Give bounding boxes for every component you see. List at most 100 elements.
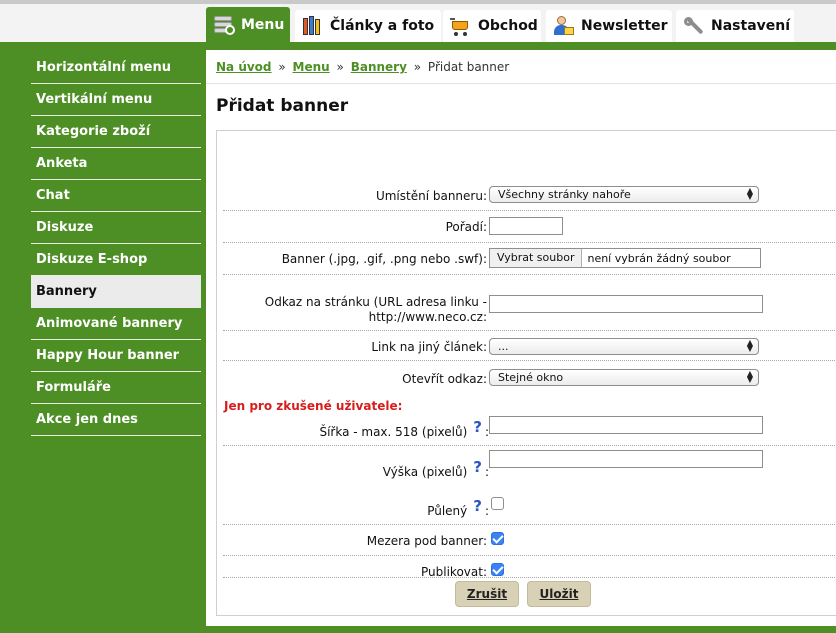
tab-articles-label: Články a foto (330, 18, 435, 34)
publish-checkbox[interactable] (491, 563, 504, 576)
page-title: Přidat banner (216, 96, 349, 116)
link-article-select-value: ... (498, 340, 509, 353)
link-article-select[interactable]: ... ▲ ▼ (489, 338, 759, 355)
tools-icon (683, 15, 705, 37)
order-row: Pořadí: (223, 211, 836, 243)
link-article-row: Link na jiný článek: ... ▲ ▼ (223, 331, 836, 361)
gap-checkbox[interactable] (491, 532, 504, 545)
link-url-input[interactable] (489, 295, 763, 313)
newsletter-icon (553, 15, 575, 37)
sidebar-item-label: Bannery (36, 284, 97, 299)
tab-menu[interactable]: Menu (206, 7, 290, 43)
breadcrumb-current: Přidat banner (427, 60, 510, 74)
cart-icon (450, 15, 472, 37)
tab-settings[interactable]: Nastavení (676, 10, 794, 42)
tab-menu-label: Menu (241, 17, 285, 33)
breadcrumb-menu-link[interactable]: Menu (293, 60, 330, 74)
order-input[interactable] (489, 217, 563, 235)
banner-form: Umístění banneru: Všechny stránky nahoře… (216, 130, 836, 616)
help-icon[interactable]: ? (473, 497, 482, 515)
sidebar-item-poll[interactable]: Anketa (31, 148, 201, 180)
sidebar-item-discussion[interactable]: Diskuze (31, 212, 201, 244)
publish-label: Publikovat: (421, 565, 487, 579)
help-icon[interactable]: ? (473, 418, 482, 436)
sidebar-item-vertical-menu[interactable]: Vertikální menu (31, 84, 201, 116)
banner-file-label: Banner (.jpg, .gif, .png nebo .swf): (281, 252, 487, 266)
sidebar-item-label: Happy Hour banner (36, 348, 180, 363)
height-row: Výška (pixelů)?: (223, 446, 836, 490)
tab-shop[interactable]: Obchod (443, 10, 541, 42)
expert-heading: Jen pro zkušené uživatele: (224, 399, 403, 413)
width-row: Šířka - max. 518 (pixelů)?: (223, 414, 836, 446)
open-link-select-value: Stejné okno (498, 371, 564, 384)
tab-newsletter[interactable]: Newsletter (546, 10, 672, 42)
breadcrumb-separator: » (413, 60, 422, 74)
sidebar: Horizontální menu Vertikální menu Katego… (31, 52, 201, 436)
sidebar-item-label: Chat (36, 188, 70, 203)
main-content: Na úvod » Menu » Bannery » Přidat banner… (206, 50, 836, 626)
link-url-label-line2: http://www.neco.cz: (368, 310, 487, 324)
banner-file-row: Banner (.jpg, .gif, .png nebo .swf): Vyb… (223, 243, 836, 275)
link-url-row: Odkaz na stránku (URL adresa linku - htt… (223, 275, 836, 331)
height-label-group: Výška (pixelů)?: (382, 460, 489, 480)
sidebar-item-forms[interactable]: Formuláře (31, 372, 201, 404)
sidebar-item-label: Akce jen dnes (36, 412, 138, 427)
sidebar-item-horizontal-menu[interactable]: Horizontální menu (31, 52, 201, 84)
sidebar-item-chat[interactable]: Chat (31, 180, 201, 212)
split-checkbox[interactable] (491, 497, 504, 510)
sidebar-item-categories[interactable]: Kategorie zboží (31, 116, 201, 148)
sidebar-item-label: Horizontální menu (36, 60, 171, 75)
file-status: není vybrán žádný soubor (587, 251, 731, 265)
link-article-label: Link na jiný článek: (371, 340, 487, 354)
height-label: Výška (pixelů) (382, 465, 468, 479)
select-arrows-icon: ▲ ▼ (746, 338, 753, 353)
sidebar-item-label: Formuláře (36, 380, 111, 395)
tab-shop-label: Obchod (478, 18, 538, 34)
sidebar-item-label: Diskuze (36, 220, 94, 235)
select-arrows-icon: ▲ ▼ (746, 186, 753, 201)
open-link-select[interactable]: Stejné okno ▲ ▼ (489, 369, 759, 386)
sidebar-item-banners[interactable]: Bannery (31, 276, 201, 308)
height-input[interactable] (489, 450, 763, 468)
link-url-label-line1: Odkaz na stránku (URL adresa linku - (264, 295, 487, 309)
help-icon[interactable]: ? (473, 458, 482, 476)
sidebar-item-happy-hour[interactable]: Happy Hour banner (31, 340, 201, 372)
split-row: Půlený?: (223, 490, 836, 525)
placement-select-value: Všechny stránky nahoře (498, 188, 631, 201)
sidebar-item-label: Anketa (36, 156, 88, 171)
sidebar-item-deals-today[interactable]: Akce jen dnes (31, 404, 201, 436)
placement-select[interactable]: Všechny stránky nahoře ▲ ▼ (489, 186, 759, 203)
cancel-button[interactable]: Zrušit (455, 581, 519, 607)
breadcrumb-home-link[interactable]: Na úvod (216, 60, 272, 74)
banner-file-input[interactable]: Vybrat soubor není vybrán žádný soubor (489, 248, 761, 268)
select-arrows-icon: ▲ ▼ (746, 369, 753, 384)
split-label-group: Půlený?: (427, 499, 489, 519)
sidebar-item-label: Vertikální menu (36, 92, 153, 107)
width-input[interactable] (489, 416, 763, 434)
breadcrumb-divider (206, 83, 836, 84)
publish-row: Publikovat: (223, 556, 836, 579)
sidebar-item-discussion-eshop[interactable]: Diskuze E-shop (31, 244, 201, 276)
width-label-group: Šířka - max. 518 (pixelů)?: (319, 420, 489, 440)
choose-file-button[interactable]: Vybrat soubor (490, 249, 583, 267)
width-label: Šířka - max. 518 (pixelů) (319, 425, 468, 439)
sidebar-item-animated-banners[interactable]: Animované bannery (31, 308, 201, 340)
sidebar-item-label: Kategorie zboží (36, 124, 151, 139)
split-label: Půlený (427, 504, 468, 518)
gap-label: Mezera pod banner: (366, 534, 487, 548)
placement-row: Umístění banneru: Všechny stránky nahoře… (223, 181, 836, 211)
open-link-row: Otevřít odkaz: Stejné okno ▲ ▼ (223, 361, 836, 393)
breadcrumb: Na úvod » Menu » Bannery » Přidat banner (216, 60, 509, 74)
open-link-label: Otevřít odkaz: (402, 372, 487, 386)
link-url-label: Odkaz na stránku (URL adresa linku - htt… (265, 295, 487, 325)
order-label: Pořadí: (445, 220, 487, 234)
breadcrumb-separator: » (278, 60, 286, 74)
menu-icon (213, 14, 235, 36)
gap-row: Mezera pod banner: (223, 525, 836, 556)
tab-settings-label: Nastavení (711, 18, 791, 34)
tab-newsletter-label: Newsletter (581, 18, 668, 34)
tab-articles[interactable]: Články a foto (295, 10, 441, 42)
save-button[interactable]: Uložit (527, 581, 591, 607)
breadcrumb-banners-link[interactable]: Bannery (351, 60, 407, 74)
placement-label: Umístění banneru: (375, 189, 487, 203)
